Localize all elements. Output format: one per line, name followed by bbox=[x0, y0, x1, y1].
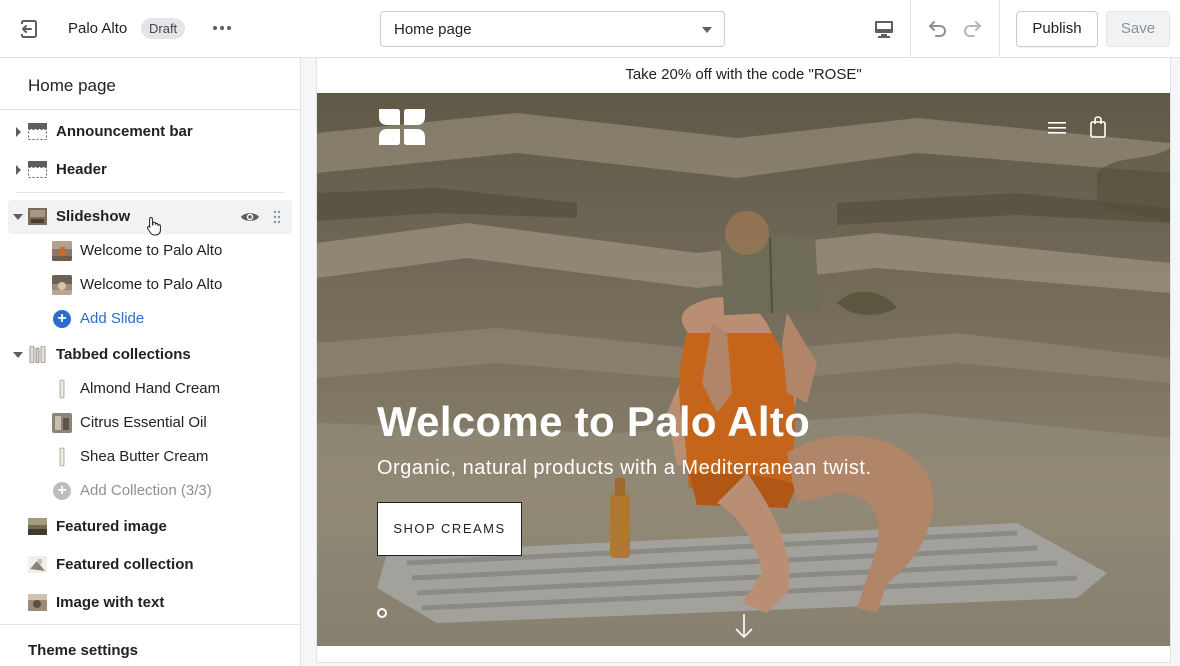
collection-item[interactable]: Shea Butter Cream bbox=[8, 440, 292, 474]
collection-label: Almond Hand Cream bbox=[80, 380, 221, 397]
collection-item[interactable]: Citrus Essential Oil bbox=[8, 406, 292, 440]
header-icon bbox=[28, 161, 47, 178]
exit-icon[interactable] bbox=[18, 18, 40, 40]
arrow-down-icon[interactable] bbox=[734, 613, 754, 639]
desktop-icon[interactable] bbox=[872, 17, 896, 41]
announcement-bar-icon bbox=[28, 123, 47, 140]
section-tabbed-collections[interactable]: Tabbed collections bbox=[8, 338, 292, 372]
plus-circle-icon: + bbox=[53, 482, 71, 500]
hamburger-icon[interactable] bbox=[1047, 120, 1067, 136]
divider bbox=[0, 624, 300, 625]
divider bbox=[16, 192, 284, 193]
expand-arrow-icon[interactable] bbox=[16, 127, 21, 137]
theme-settings-link[interactable]: Theme settings bbox=[28, 642, 138, 659]
slide-label: Welcome to Palo Alto bbox=[80, 242, 223, 259]
collection-label: Citrus Essential Oil bbox=[80, 414, 207, 431]
redo-icon[interactable] bbox=[961, 17, 985, 41]
divider bbox=[999, 0, 1000, 58]
eye-icon[interactable] bbox=[240, 209, 260, 225]
collapse-arrow-icon[interactable] bbox=[13, 352, 23, 358]
page-select[interactable]: Home page bbox=[380, 11, 725, 47]
slide-label: Welcome to Palo Alto bbox=[80, 276, 223, 293]
logo-icon bbox=[379, 109, 425, 145]
divider bbox=[910, 0, 911, 58]
section-label: Tabbed collections bbox=[56, 346, 191, 363]
hand-cursor-icon bbox=[147, 216, 161, 236]
status-badge: Draft bbox=[141, 18, 186, 39]
slideshow-hero[interactable]: Welcome to Palo Alto Organic, natural pr… bbox=[317, 93, 1170, 646]
collection-thumbnail bbox=[52, 379, 72, 399]
section-featured-image[interactable]: Featured image bbox=[8, 510, 292, 544]
page-select-value: Home page bbox=[394, 21, 472, 38]
expand-arrow-icon[interactable] bbox=[16, 165, 21, 175]
section-image-with-text[interactable]: Image with text bbox=[8, 586, 292, 620]
save-button[interactable]: Save bbox=[1106, 11, 1170, 47]
add-collection-label: Add Collection (3/3) bbox=[80, 482, 212, 499]
section-announcement-bar[interactable]: Announcement bar bbox=[8, 115, 292, 149]
sidebar: Home page Announcement bar Header Slides… bbox=[0, 58, 301, 666]
slide-item[interactable]: Welcome to Palo Alto bbox=[8, 234, 292, 268]
announcement-text: Take 20% off with the code "ROSE" bbox=[625, 66, 862, 83]
section-label: Announcement bar bbox=[56, 123, 193, 140]
section-label: Slideshow bbox=[56, 208, 131, 225]
slide-indicator-dot[interactable] bbox=[377, 608, 387, 618]
store-name: Palo Alto bbox=[68, 20, 128, 37]
featured-image-icon bbox=[28, 518, 47, 535]
hero-subtitle: Organic, natural products with a Mediter… bbox=[377, 457, 872, 479]
slide-item[interactable]: Welcome to Palo Alto bbox=[8, 268, 292, 302]
section-label: Featured image bbox=[56, 518, 167, 535]
collection-thumbnail bbox=[52, 447, 72, 467]
hero-image bbox=[317, 93, 1170, 646]
slide-thumbnail bbox=[52, 275, 72, 295]
collapse-arrow-icon[interactable] bbox=[13, 214, 23, 220]
collection-label: Shea Butter Cream bbox=[80, 448, 209, 465]
undo-icon[interactable] bbox=[925, 17, 949, 41]
hero-title: Welcome to Palo Alto bbox=[377, 398, 811, 445]
top-bar: Palo Alto Draft Home page Publish Save bbox=[0, 0, 1180, 58]
chevron-down-icon bbox=[702, 27, 712, 33]
section-label: Header bbox=[56, 161, 107, 178]
divider bbox=[0, 109, 300, 110]
drag-handle-icon[interactable] bbox=[273, 210, 281, 224]
slide-thumbnail bbox=[52, 241, 72, 261]
collection-thumbnail bbox=[52, 413, 72, 433]
add-slide-button[interactable]: + Add Slide bbox=[8, 302, 292, 336]
section-header[interactable]: Header bbox=[8, 153, 292, 187]
section-label: Featured collection bbox=[56, 556, 194, 573]
collection-item[interactable]: Almond Hand Cream bbox=[8, 372, 292, 406]
section-label: Image with text bbox=[56, 594, 165, 611]
bag-icon[interactable] bbox=[1089, 116, 1107, 138]
image-with-text-icon bbox=[28, 594, 47, 611]
add-slide-label: Add Slide bbox=[80, 310, 145, 327]
more-icon[interactable] bbox=[212, 20, 232, 36]
plus-circle-icon: + bbox=[53, 310, 71, 328]
add-collection-button[interactable]: + Add Collection (3/3) bbox=[8, 474, 292, 508]
sidebar-title: Home page bbox=[28, 76, 116, 95]
featured-collection-icon bbox=[28, 556, 47, 573]
shop-creams-button[interactable]: SHOP CREAMS bbox=[377, 502, 522, 556]
slideshow-icon bbox=[28, 208, 47, 225]
publish-button[interactable]: Publish bbox=[1016, 11, 1098, 47]
tabbed-collections-icon bbox=[29, 346, 46, 363]
section-featured-collection[interactable]: Featured collection bbox=[8, 548, 292, 582]
